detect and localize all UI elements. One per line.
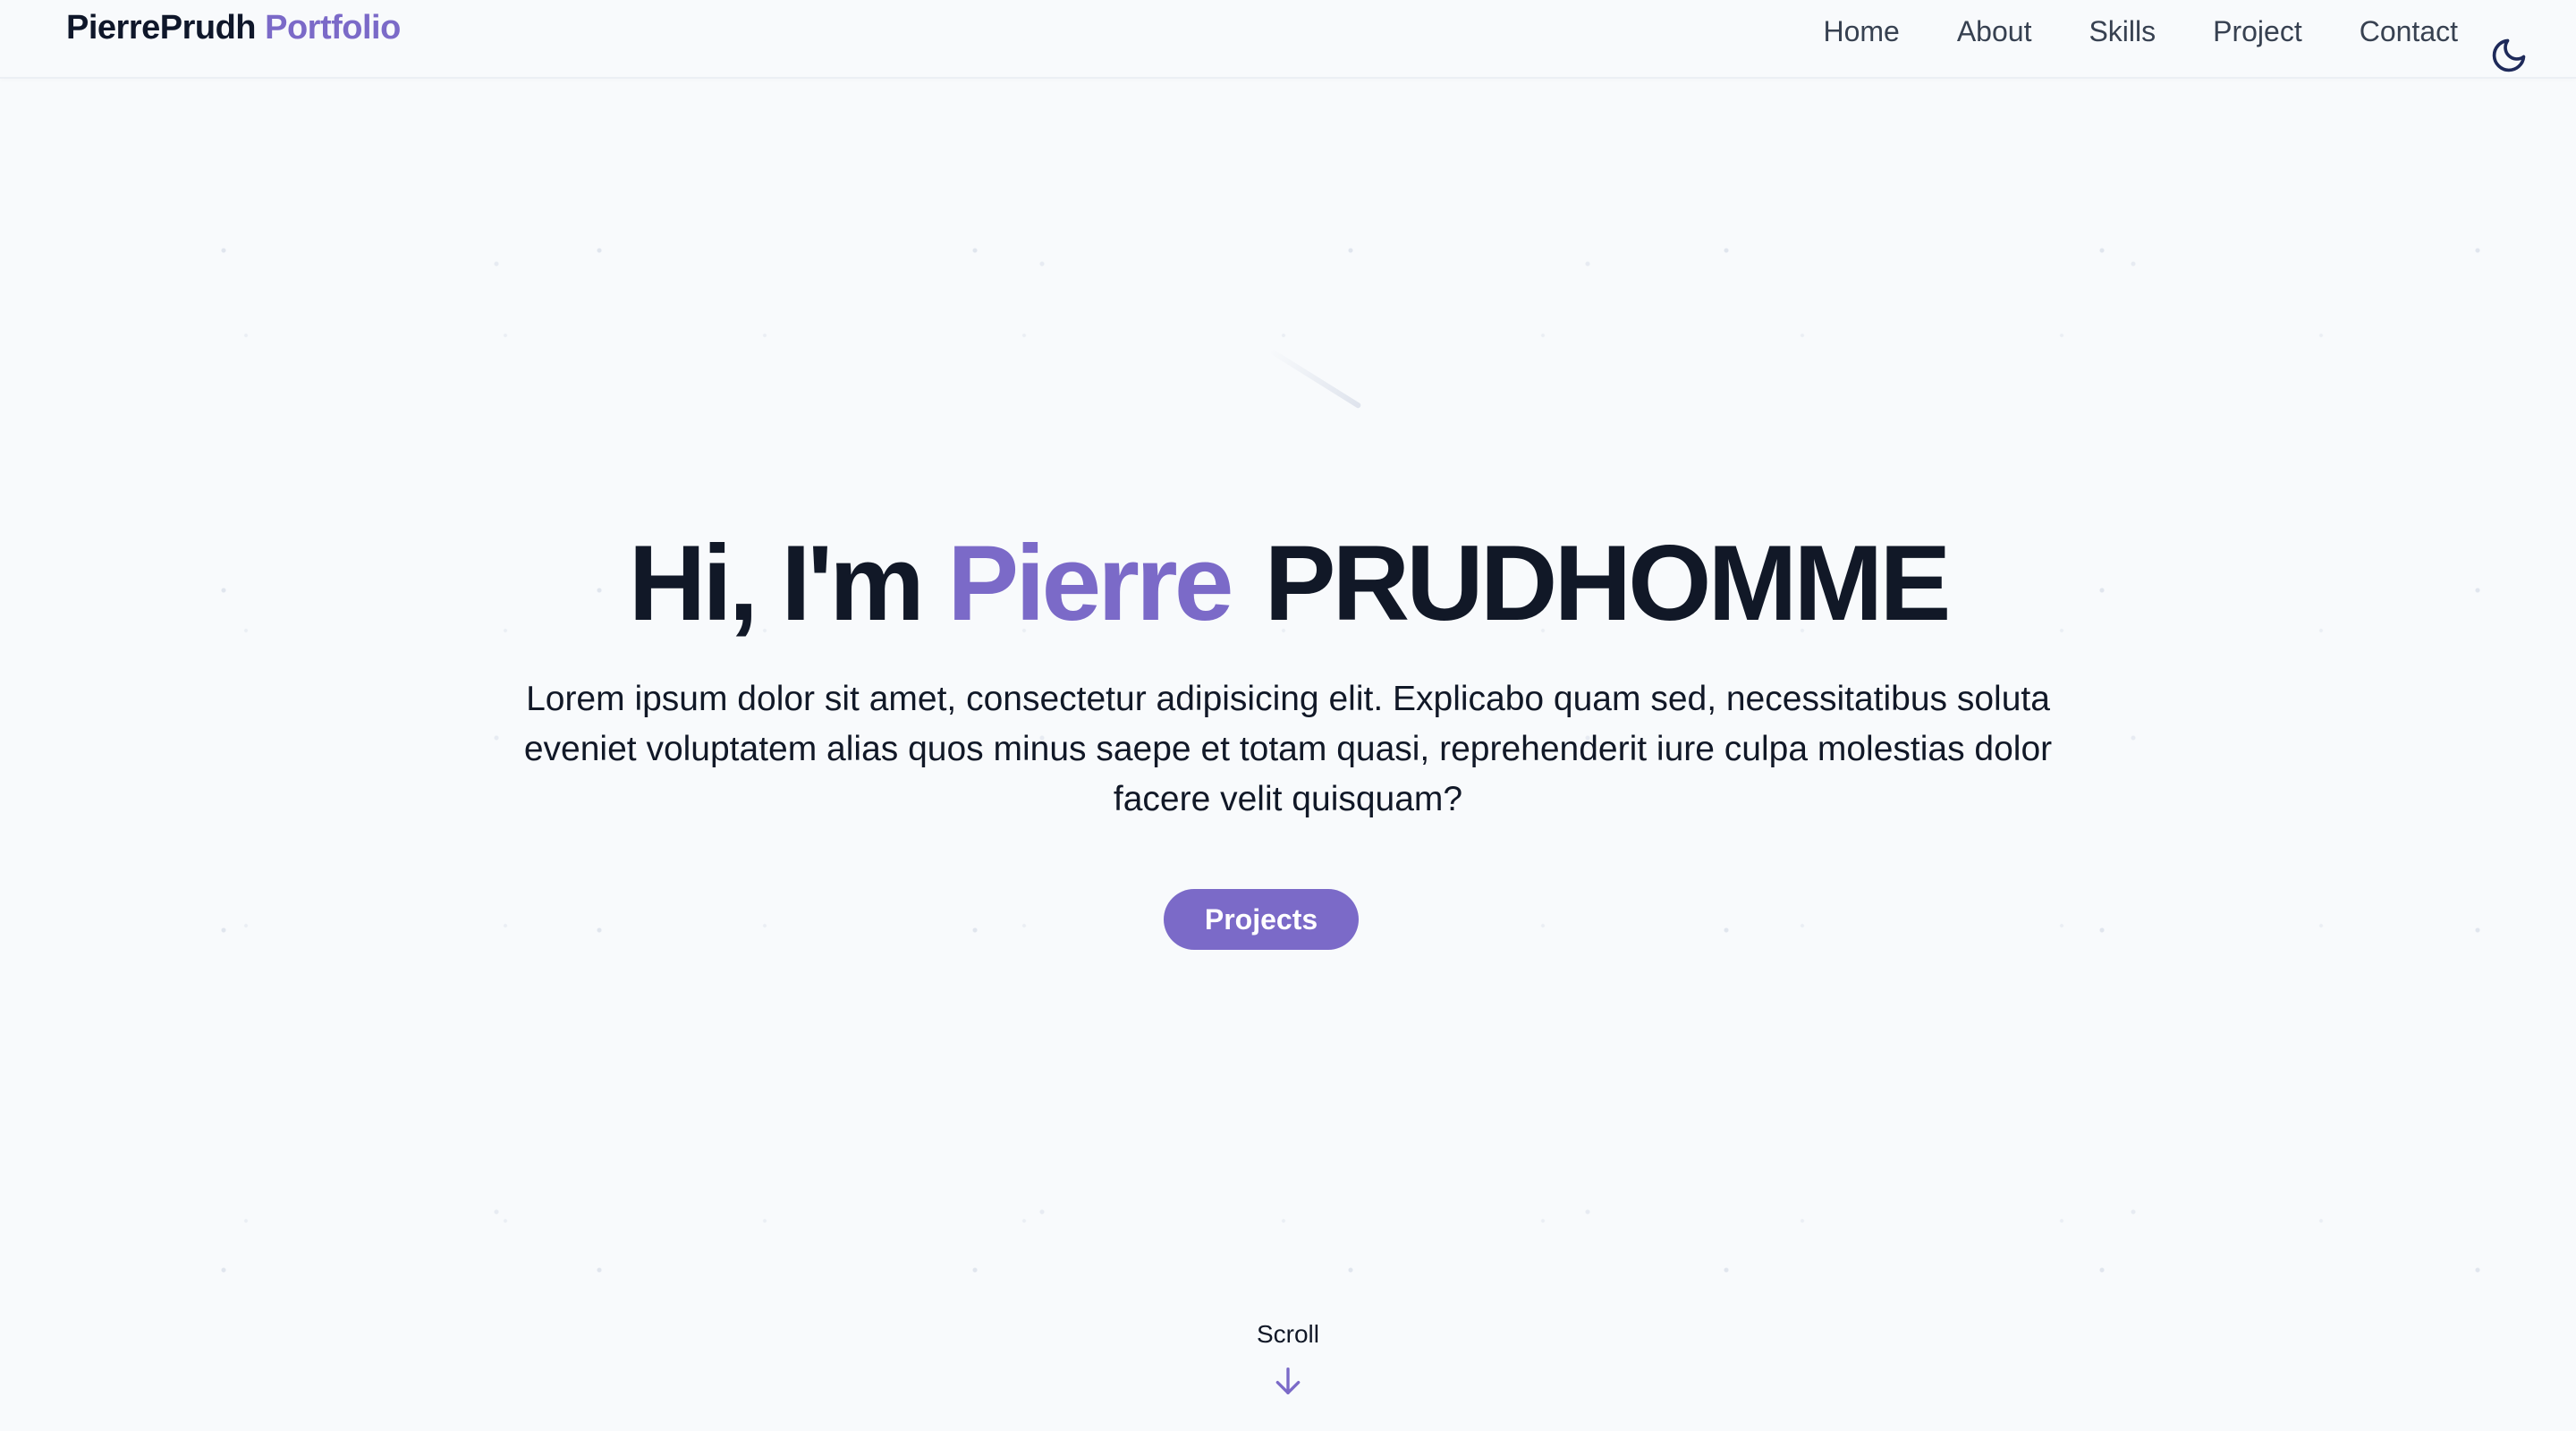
projects-button[interactable]: Projects: [1164, 889, 1359, 950]
hero-last-name: PRUDHOMME: [1264, 523, 1951, 643]
nav-item-project[interactable]: Project: [2213, 15, 2302, 48]
nav-item-skills[interactable]: Skills: [2089, 15, 2156, 48]
theme-toggle-button[interactable]: [2487, 33, 2531, 78]
nav-item-about[interactable]: About: [1957, 15, 2032, 48]
nav-item-home[interactable]: Home: [1823, 15, 1899, 48]
hero-greeting: Hi, I'm: [628, 523, 925, 643]
hero-first-name: Pierre: [947, 523, 1233, 643]
moon-icon: [2492, 38, 2526, 72]
arrow-down-icon: [1275, 1367, 1301, 1394]
brand-logo[interactable]: PierrePrudh Portfolio: [66, 9, 401, 47]
main-nav: Home About Skills Project Contact: [1823, 0, 2576, 72]
brand-accent: Portfolio: [265, 9, 401, 47]
hero-description: Lorem ipsum dolor sit amet, consectetur …: [523, 680, 2053, 818]
scroll-indicator[interactable]: Scroll: [0, 1320, 2576, 1399]
nav-item-contact[interactable]: Contact: [2360, 15, 2458, 48]
hero-heading: Hi, I'm Pierre PRUDHOMME: [0, 521, 2576, 646]
scroll-label: Scroll: [1256, 1320, 1319, 1348]
site-header: PierrePrudh Portfolio Home About Skills …: [0, 0, 2576, 79]
brand-name: PierrePrudh: [66, 9, 257, 47]
shooting-star-decoration: [1267, 347, 1362, 410]
